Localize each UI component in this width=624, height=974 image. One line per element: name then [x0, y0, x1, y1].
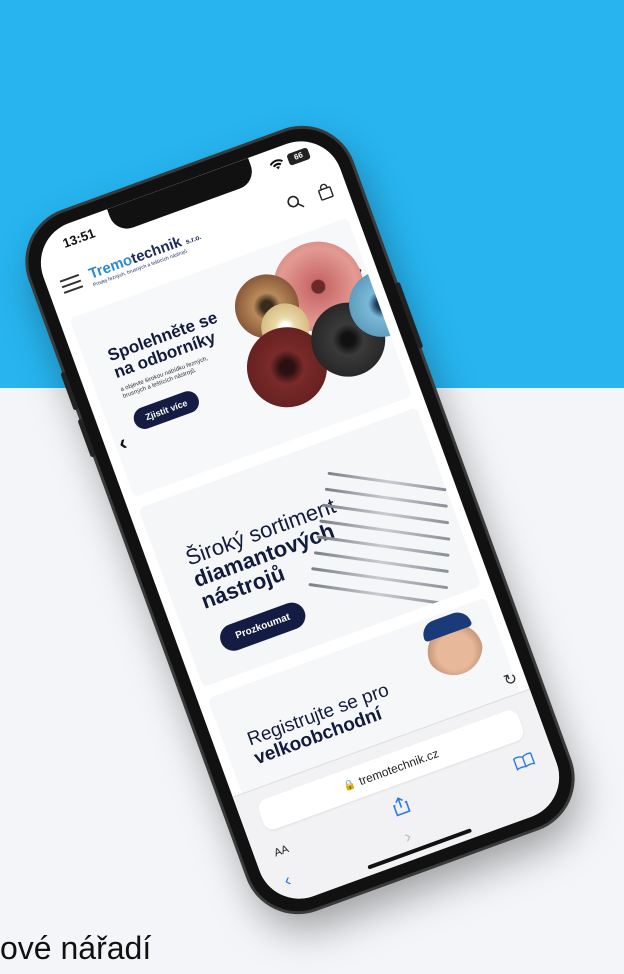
diamond-file-3 — [322, 503, 450, 525]
lock-icon: 🔒 — [341, 777, 358, 793]
banner-2-cta-button[interactable]: Prozkoumat — [216, 598, 310, 655]
diamond-file-1 — [327, 471, 447, 492]
url-text: tremotechnik.cz — [356, 746, 441, 789]
wifi-icon — [269, 158, 283, 169]
status-time: 13:51 — [60, 225, 98, 251]
back-icon[interactable]: ‹ — [281, 870, 294, 892]
diamond-file-2 — [324, 487, 448, 508]
forward-icon[interactable]: › — [401, 826, 414, 848]
text-size-button[interactable]: AA — [272, 843, 290, 859]
battery-icon: 66 — [286, 147, 312, 166]
bookmarks-icon[interactable] — [512, 751, 537, 774]
menu-icon[interactable] — [59, 273, 84, 294]
page-caption: ové nářadí — [0, 930, 152, 966]
prev-slide-icon[interactable]: ‹ — [115, 430, 131, 457]
share-icon[interactable] — [391, 794, 413, 819]
status-icons: 66 — [268, 147, 312, 172]
search-icon[interactable] — [285, 192, 306, 213]
shopping-bag-icon[interactable] — [315, 181, 336, 202]
